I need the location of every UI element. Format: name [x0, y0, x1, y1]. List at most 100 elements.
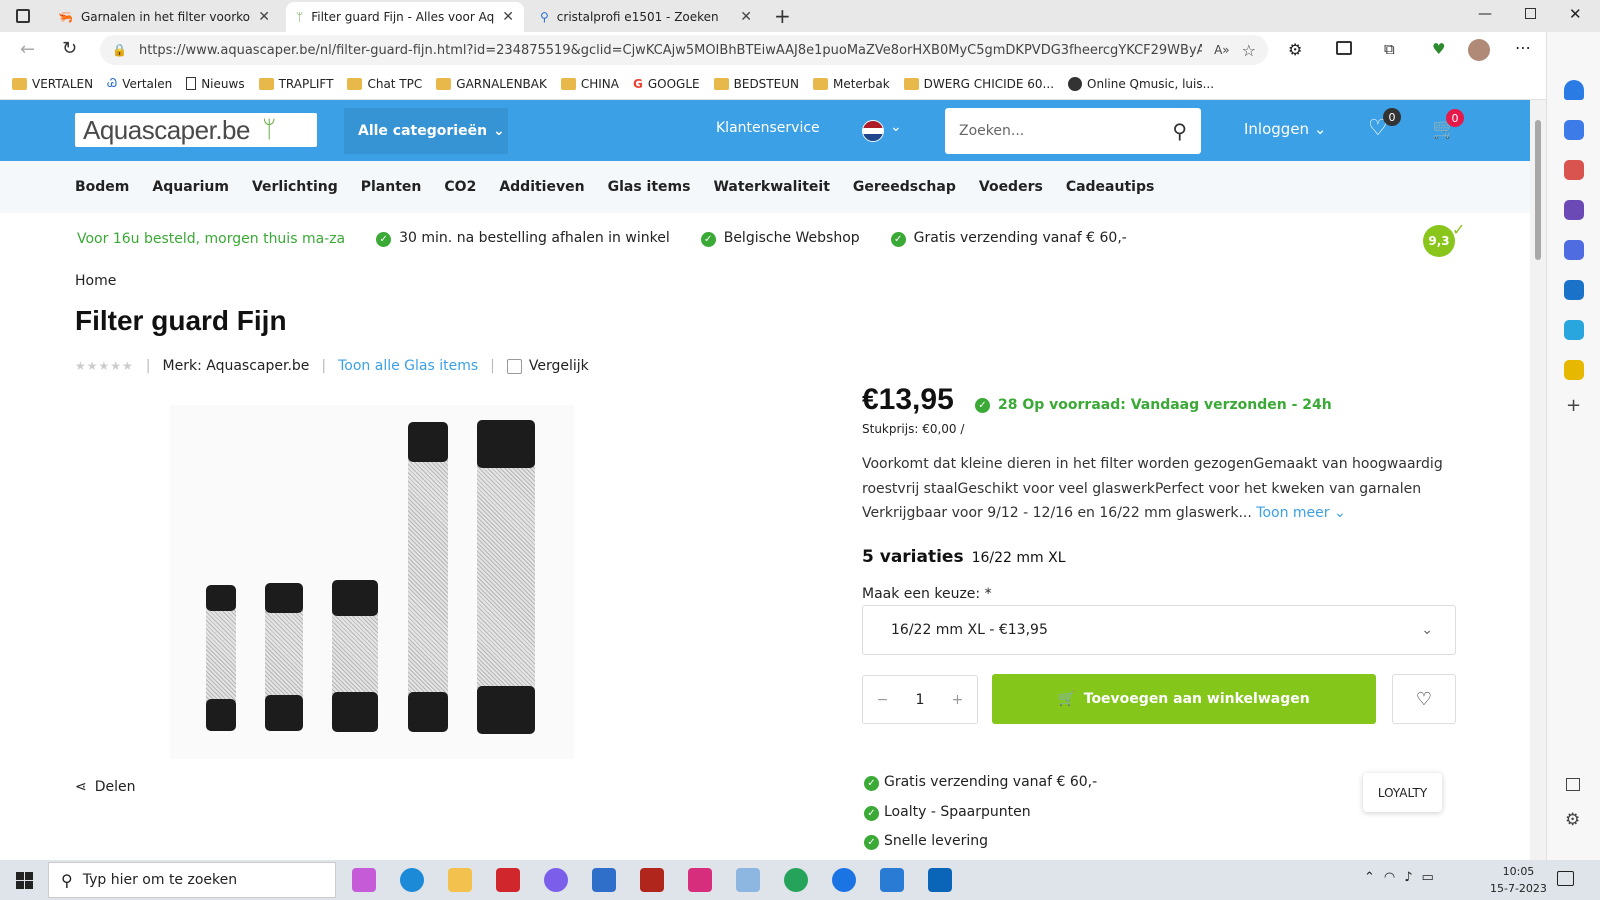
profile-avatar[interactable]	[1468, 39, 1490, 61]
nav-item-planten[interactable]: Planten	[361, 179, 422, 195]
share-button[interactable]: ⋖ Delen	[75, 779, 136, 795]
system-tray-icons[interactable]: ⌃◠♪▭	[1364, 870, 1443, 885]
extensions-icon[interactable]: ⚙	[1288, 40, 1302, 59]
bookmark-vertalen[interactable]: Ꮚ Vertalen	[107, 76, 172, 91]
add-to-cart-button[interactable]: 🛒 Toevoegen aan winkelwagen	[992, 674, 1376, 724]
nav-item-bodem[interactable]: Bodem	[75, 179, 129, 195]
windows-start-icon[interactable]	[16, 872, 33, 889]
nav-item-voeders[interactable]: Voeders	[979, 179, 1043, 195]
collections-icon[interactable]: ⧉	[1384, 40, 1395, 58]
bookmark-google[interactable]: G GOOGLE	[633, 77, 700, 91]
tag-icon[interactable]	[1564, 120, 1584, 140]
nav-item-glas-items[interactable]: Glas items	[608, 179, 691, 195]
taskbar-app-icon[interactable]	[352, 868, 376, 892]
back-icon[interactable]: ←	[20, 39, 35, 60]
close-tab-icon[interactable]: ✕	[502, 9, 514, 25]
nav-item-co2[interactable]: CO2	[444, 179, 476, 195]
chevron-down-icon[interactable]: ⌄	[890, 119, 902, 135]
bookmark-qmusic[interactable]: Online Qmusic, luis...	[1068, 76, 1214, 91]
notification-icon[interactable]	[1557, 871, 1574, 886]
language-flag-icon[interactable]	[862, 120, 884, 142]
performance-icon[interactable]: ♥	[1432, 40, 1445, 58]
settings-icon[interactable]: ⚙	[1565, 810, 1580, 830]
customer-service-link[interactable]: Klantenservice	[716, 120, 820, 136]
new-tab-icon[interactable]: +	[774, 4, 791, 28]
site-logo[interactable]: Aquascaper.be ᛘ	[75, 113, 317, 147]
bookmark-china[interactable]: CHINA	[560, 77, 619, 91]
bookmark-bedsteun[interactable]: BEDSTEUN	[713, 77, 799, 91]
bell-icon[interactable]	[1564, 80, 1584, 100]
favorite-star-icon[interactable]: ☆	[1242, 41, 1256, 60]
nav-item-additieven[interactable]: Additieven	[499, 179, 584, 195]
tab-2[interactable]: ᛘ Filter guard Fijn - Alles voor Aqu ✕	[286, 2, 524, 32]
rating-stars-icon: ★★★★★	[75, 359, 134, 373]
all-categories-button[interactable]: Alle categorieën ⌄	[344, 108, 508, 154]
taskbar-search-input[interactable]: ⚲ Typ hier om te zoeken	[48, 862, 336, 898]
toolbox-icon[interactable]	[1564, 160, 1584, 180]
close-tab-icon[interactable]: ✕	[258, 9, 270, 25]
nav-item-cadeautips[interactable]: Cadeautips	[1066, 179, 1155, 195]
instagram-icon[interactable]	[688, 868, 712, 892]
show-all-link[interactable]: Toon alle Glas items	[338, 358, 478, 374]
quantity-value[interactable]: 1	[916, 692, 925, 708]
messenger-icon[interactable]	[544, 868, 568, 892]
read-aloud-icon[interactable]: A»	[1214, 43, 1230, 57]
store-icon[interactable]	[592, 868, 616, 892]
close-tab-icon[interactable]: ✕	[740, 9, 752, 25]
close-window-icon[interactable]: ✕	[1569, 5, 1582, 23]
bookmark-vertalen-folder[interactable]: VERTALEN	[12, 77, 93, 91]
music-app-icon[interactable]	[496, 868, 520, 892]
search-icon[interactable]: ⚲	[1172, 119, 1187, 143]
increase-button[interactable]: +	[952, 692, 964, 708]
bookmark-chat-tpc[interactable]: Chat TPC	[347, 77, 422, 91]
wishlist-button[interactable]: ♡	[1392, 674, 1456, 724]
sidebar-toggle-icon[interactable]	[1566, 778, 1580, 791]
facebook-icon[interactable]	[832, 868, 856, 892]
maximize-icon[interactable]	[1525, 8, 1536, 19]
minimize-icon[interactable]: —	[1478, 6, 1492, 22]
show-more-link[interactable]: Toon meer ⌄	[1256, 505, 1345, 521]
quantity-stepper[interactable]: − 1 +	[862, 675, 978, 724]
send-icon[interactable]	[1564, 320, 1584, 340]
variant-select[interactable]: 16/22 mm XL - €13,95 ⌄	[862, 605, 1456, 655]
compare-checkbox[interactable]: Vergelijk	[506, 358, 589, 374]
tab-actions-icon[interactable]	[16, 9, 30, 23]
bookmark-traplift[interactable]: TRAPLIFT	[258, 77, 333, 91]
more-menu-icon[interactable]: ⋯	[1515, 38, 1531, 57]
nav-item-verlichting[interactable]: Verlichting	[252, 179, 338, 195]
bookmark-nieuws[interactable]: Nieuws	[186, 77, 245, 91]
chess-icon[interactable]	[1564, 200, 1584, 220]
bookmark-dwerg-chicide[interactable]: DWERG CHICIDE 60...	[903, 77, 1054, 91]
tab-3[interactable]: ⚲ cristalprofi e1501 - Zoeken ✕	[530, 2, 762, 32]
shopping-icon[interactable]	[1564, 360, 1584, 380]
page-scrollbar[interactable]	[1530, 100, 1546, 860]
outlook-icon[interactable]	[1564, 280, 1584, 300]
taskbar-clock[interactable]: 10:05 15-7-2023	[1490, 863, 1547, 897]
review-score-badge[interactable]: 9,3	[1423, 225, 1455, 257]
decrease-button[interactable]: −	[877, 692, 889, 708]
login-button[interactable]: Inloggen ⌄	[1244, 120, 1326, 138]
refresh-icon[interactable]: ↻	[62, 38, 77, 59]
scrollbar-thumb[interactable]	[1535, 120, 1541, 260]
tab-1[interactable]: 🦐 Garnalen in het filter voorkomen ✕	[48, 2, 280, 32]
breadcrumb[interactable]: Home	[75, 273, 116, 289]
edge-taskbar-icon[interactable]	[400, 868, 424, 892]
whatsapp-icon[interactable]	[784, 868, 808, 892]
bookmark-garnalenbak[interactable]: GARNALENBAK	[436, 77, 547, 91]
add-sidebar-icon[interactable]: +	[1566, 395, 1581, 416]
nav-item-waterkwaliteit[interactable]: Waterkwaliteit	[713, 179, 829, 195]
loyalty-button[interactable]: LOYALTY	[1363, 773, 1442, 812]
office-icon[interactable]	[1564, 240, 1584, 260]
game-app-icon[interactable]	[640, 868, 664, 892]
outlook-taskbar-icon[interactable]	[928, 868, 952, 892]
tablet-app-icon[interactable]	[736, 868, 760, 892]
split-screen-icon[interactable]	[1336, 41, 1352, 55]
nav-item-gereedschap[interactable]: Gereedschap	[853, 179, 956, 195]
bookmark-meterbak[interactable]: Meterbak	[812, 77, 890, 91]
search-input[interactable]: Zoeken... ⚲	[945, 108, 1201, 154]
mail-icon[interactable]	[880, 868, 904, 892]
file-explorer-icon[interactable]	[448, 868, 472, 892]
nav-item-aquarium[interactable]: Aquarium	[152, 179, 229, 195]
url-field[interactable]: 🔒 https://www.aquascaper.be/nl/filter-gu…	[100, 35, 1268, 65]
product-image[interactable]	[170, 405, 574, 759]
